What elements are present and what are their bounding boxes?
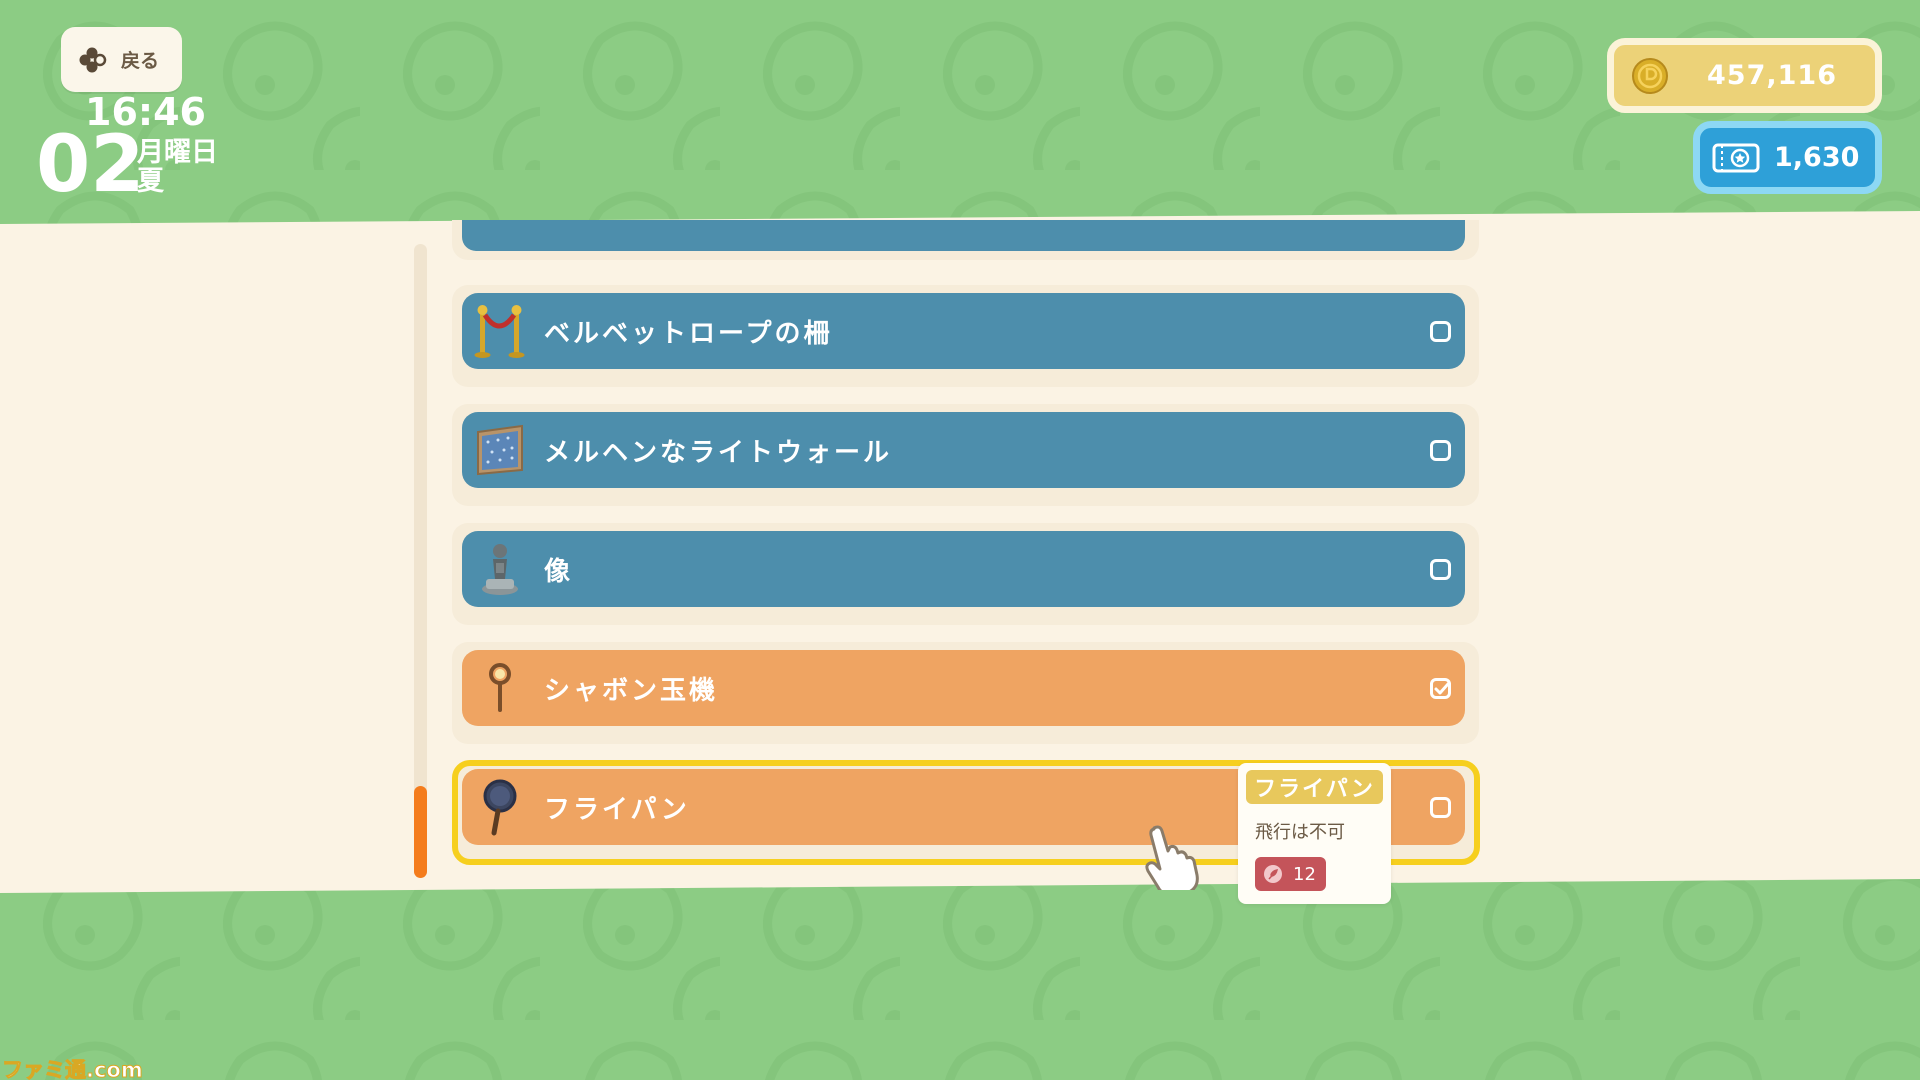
list-item-label: シャボン玉機	[544, 675, 719, 706]
tooltip-count: 12	[1293, 863, 1316, 885]
list-item-label: 像	[544, 556, 574, 587]
tooltip-count-badge: 12	[1255, 857, 1326, 891]
clock-weekday: 月曜日	[137, 137, 218, 168]
bells-counter: 457,116	[1607, 38, 1882, 113]
list-item-partial-bar	[462, 220, 1465, 251]
miles-amount: 1,630	[1774, 142, 1860, 173]
checkbox[interactable]	[1430, 559, 1451, 580]
back-button-label: 戻る	[121, 50, 160, 72]
back-button[interactable]: 戻る	[61, 27, 182, 92]
scrollbar-track[interactable]	[414, 244, 427, 877]
hand-cursor-icon	[1145, 825, 1199, 890]
checkbox[interactable]	[1430, 321, 1451, 342]
list-item-label: フライパン	[544, 794, 690, 825]
scrollbar-thumb[interactable]	[414, 786, 427, 878]
frying-pan-icon	[483, 779, 517, 836]
ticket-icon	[1712, 143, 1760, 172]
list-item-bar: 像	[462, 531, 1465, 607]
statue-icon	[482, 544, 518, 595]
checkmark-icon	[1434, 682, 1450, 695]
dpad-icon	[79, 47, 107, 72]
checkbox[interactable]	[1430, 797, 1451, 818]
item-tooltip: フライパン 飛行は不可 12	[1238, 763, 1391, 904]
light-wall-icon	[477, 424, 523, 476]
clock-day: 02	[36, 120, 145, 210]
bells-amount: 457,116	[1707, 60, 1837, 91]
list-item-label: ベルベットロープの柵	[544, 318, 833, 349]
list-item-partial[interactable]	[452, 220, 1479, 260]
watermark: ファミ通.com	[2, 1058, 144, 1080]
list-item[interactable]: シャボン玉機	[452, 642, 1479, 744]
list-item[interactable]: 像	[452, 523, 1479, 625]
list-item-bar: シャボン玉機	[462, 650, 1465, 726]
checkbox[interactable]	[1430, 440, 1451, 461]
velvet-rope-icon	[474, 305, 525, 358]
tooltip-title: フライパン	[1246, 770, 1383, 804]
list-item-bar: ベルベットロープの柵	[462, 293, 1465, 369]
list-item-label: メルヘンなライトウォール	[544, 437, 893, 468]
checkbox-checked[interactable]	[1430, 678, 1451, 699]
miles-counter: 1,630	[1693, 121, 1882, 194]
list-item-bar: メルヘンなライトウォール	[462, 412, 1465, 488]
tooltip-description: 飛行は不可	[1255, 822, 1345, 843]
list-item[interactable]: ベルベットロープの柵	[452, 285, 1479, 387]
list-item[interactable]: メルヘンなライトウォール	[452, 404, 1479, 506]
bubble-machine-icon	[489, 663, 511, 712]
clock-meta: 月曜日 夏	[137, 138, 218, 196]
clock-season: 夏	[137, 166, 164, 197]
feather-icon	[1264, 865, 1282, 883]
